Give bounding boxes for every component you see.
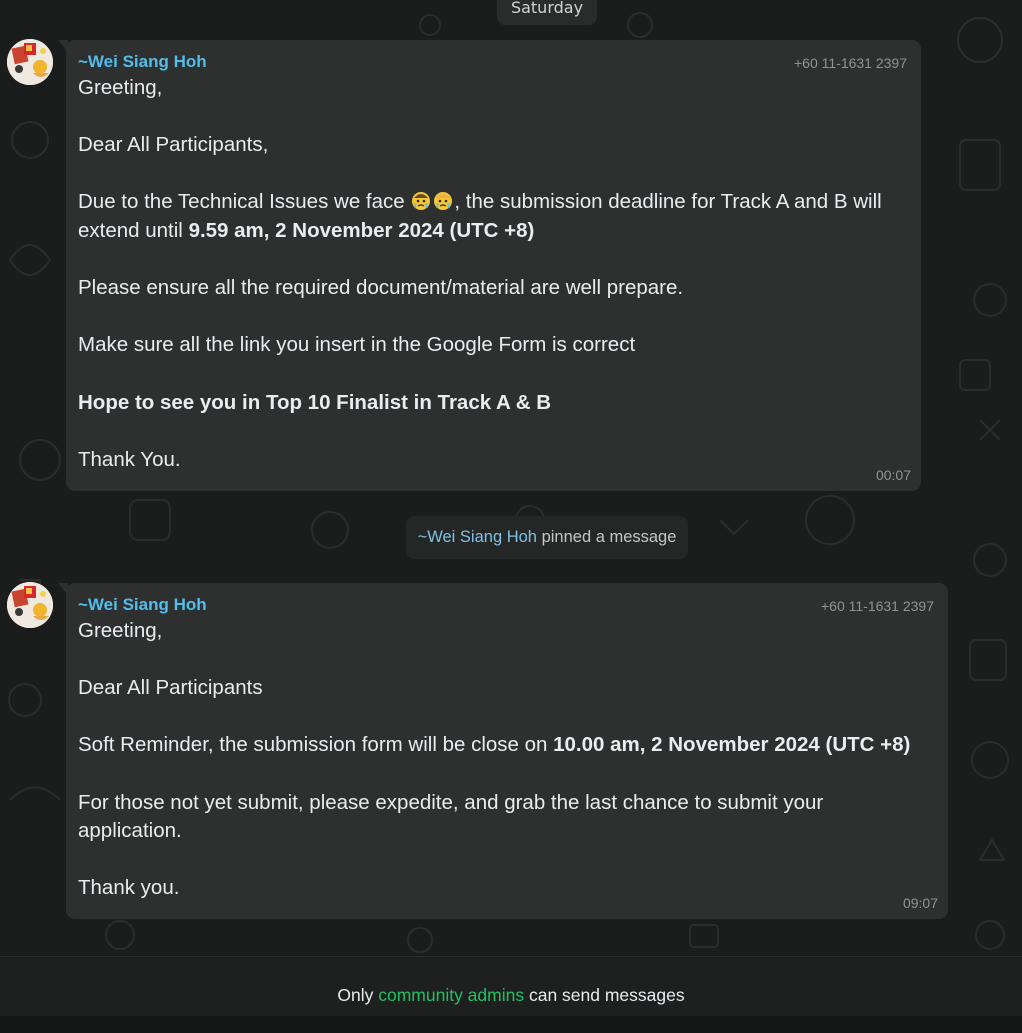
message-bubble[interactable]: ~Wei Siang Hoh +60 11-1631 2397 Greeting… <box>58 40 921 491</box>
date-divider: Saturday <box>497 0 597 25</box>
message-line: Soft Reminder, the submission form will … <box>78 733 911 757</box>
sender-name[interactable]: ~Wei Siang Hoh <box>78 595 207 615</box>
message-line: Greeting, <box>78 76 163 99</box>
message-timestamp: 00:07 <box>875 467 911 483</box>
bubble-tail <box>58 583 68 595</box>
message-text: Greeting, Dear All Participants Soft Rem… <box>78 617 934 903</box>
sender-name[interactable]: ~Wei Siang Hoh <box>78 52 207 72</box>
message-bubble[interactable]: ~Wei Siang Hoh +60 11-1631 2397 Greeting… <box>58 583 948 919</box>
sender-avatar[interactable] <box>7 39 53 85</box>
avatar-image <box>7 39 53 85</box>
pin-action: pinned a message <box>536 528 677 546</box>
message-line: Please ensure all the required document/… <box>78 276 684 300</box>
message-line: Hope to see you in Top 10 Finalist in Tr… <box>78 390 552 414</box>
pin-notification[interactable]: ~Wei Siang Hoh pinned a message <box>406 516 688 559</box>
date-divider-label: Saturday <box>510 0 584 17</box>
sender-phone: +60 11-1631 2397 <box>820 598 934 614</box>
message-line: Make sure all the link you insert in the… <box>78 333 636 357</box>
message-line: Thank you. <box>78 876 180 900</box>
message-line: Dear All Participants, <box>78 133 269 157</box>
composer-restricted-notice: Only community admins can send messages <box>0 956 1022 1016</box>
crying-face-emoji-icon <box>412 192 431 211</box>
sender-avatar[interactable] <box>7 582 53 628</box>
chat-area[interactable]: Saturday ~Wei Siang Hoh +60 11-1631 2397… <box>0 0 1022 956</box>
message-text: Greeting, Dear All Participants, Due to … <box>78 74 907 474</box>
crying-face-emoji-icon <box>434 192 453 211</box>
message-line: For those not yet submit, please expedit… <box>78 790 824 814</box>
notice-prefix: Only <box>337 985 379 1005</box>
message-line: Thank You. <box>78 447 181 471</box>
pin-actor[interactable]: ~Wei Siang Hoh <box>418 528 537 546</box>
sender-phone: +60 11-1631 2397 <box>793 55 907 71</box>
message-line: Greeting, <box>78 619 163 642</box>
notice-suffix: can send messages <box>524 985 685 1005</box>
bubble-tail <box>58 40 68 52</box>
community-admins-link[interactable]: community admins <box>378 985 524 1005</box>
avatar-image <box>7 582 53 628</box>
message-line: Dear All Participants <box>78 676 263 700</box>
message-line: Due to the Technical Issues we face , th… <box>78 190 882 214</box>
message-line: application. <box>78 819 182 843</box>
message-line: extend until 9.59 am, 2 November 2024 (U… <box>78 218 535 242</box>
message-timestamp: 09:07 <box>902 895 938 911</box>
